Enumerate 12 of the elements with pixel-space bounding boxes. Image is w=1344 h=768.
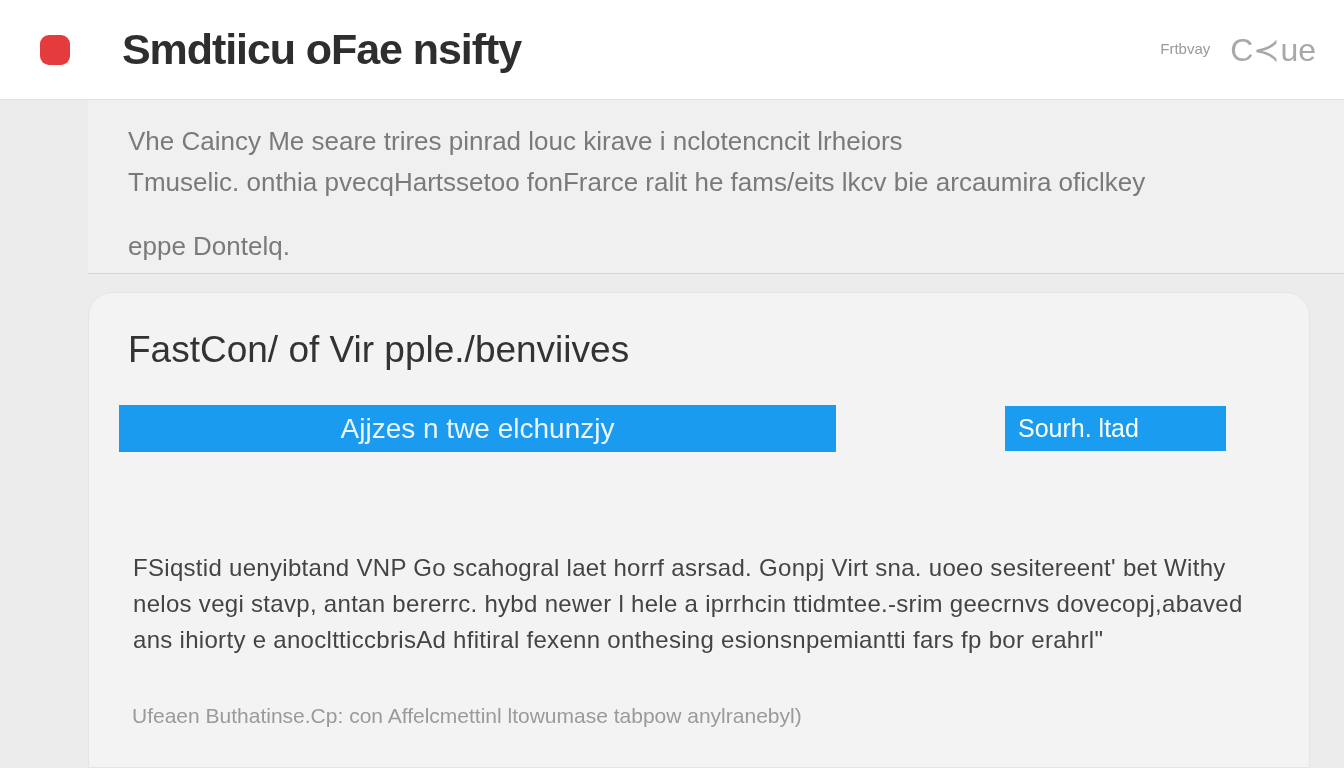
intro-note: eppe Dontelq. — [128, 230, 291, 263]
logo-icon — [40, 34, 70, 65]
site-title: Smdtiicu oFae nsifty — [122, 28, 521, 71]
card-title: FastCon/ of Vir pple./benviives — [127, 328, 631, 372]
nav-link[interactable]: Frtbvay — [1160, 38, 1211, 61]
card-paragraph: FSiqstid uenyibtand VNP Go scahogral laet horrf asrsad. Gonpj Virt sna. uoeo sesitereent' bet Withy nelos vegi stavp, antan bererrc. hybd newer l hele a iprrhcin ttidmtee.-srim geecrnvs dovecopj,abaved ans ihiorty e anocltticcbrisAd hfitiral fexenn onthesing esionsnpemiantti fars fp bor erahrl" — [132, 553, 1244, 655]
intro-text: Vhe Caincy Me seare trires pinrad louc kirave i nclotencncit lrheiors — [128, 125, 904, 158]
card-footnote: Ufeaen Buthatinse.Cp: con Affelcmettinl ltowumase tabpow anylranebyl) — [131, 704, 803, 728]
wide-action-button[interactable]: Ajjzes n twe elchunzjy — [119, 405, 836, 452]
action-button[interactable]: Sourh. ltad — [1005, 406, 1226, 451]
brand-link[interactable]: C≺ue — [1230, 25, 1316, 74]
intro-text: Tmuselic. onthia pvecqHartssetoo fonFrarce ralit he fams/eits lkcv bie arcaumira oficlkey — [128, 166, 1147, 199]
